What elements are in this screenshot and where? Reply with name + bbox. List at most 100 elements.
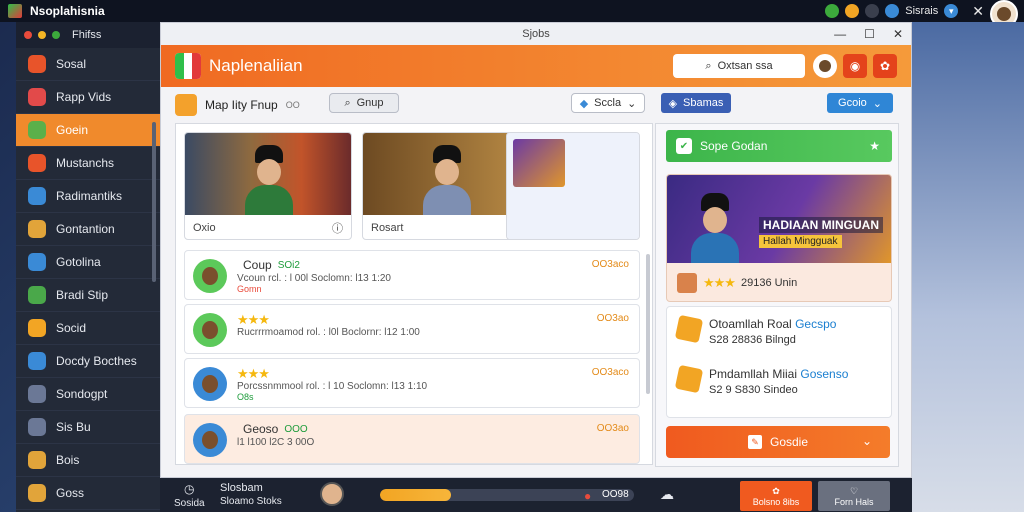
card-thumbnail bbox=[363, 133, 529, 215]
tab-label: Gcoio bbox=[838, 97, 867, 109]
monitor-icon bbox=[28, 418, 46, 436]
list-item[interactable]: Coup SOi2 Vcoun rcl. : l 00l Soclomn: l13 … bbox=[184, 250, 640, 300]
dock-item[interactable]: Bois bbox=[16, 444, 160, 477]
dock-item-label: Radimantiks bbox=[56, 189, 123, 203]
taskbar-secondary-label: Forn Hals bbox=[834, 496, 874, 507]
row-tag: OOO bbox=[284, 423, 308, 435]
minimize-icon[interactable]: — bbox=[834, 27, 846, 41]
info-icon[interactable]: ⓘ bbox=[332, 220, 343, 236]
dock-item[interactable]: Rapp Vids bbox=[16, 81, 160, 114]
action-button[interactable]: ✎ Gosdie ⌄ bbox=[666, 426, 890, 458]
card-thumbnail bbox=[185, 133, 351, 215]
dock-item-label: Socid bbox=[56, 321, 87, 335]
close-dot-icon[interactable] bbox=[24, 31, 32, 39]
brand-name: Naplenaliian bbox=[209, 56, 303, 75]
tab-sbamas[interactable]: ◈ Sbamas bbox=[661, 93, 731, 113]
user-icon[interactable] bbox=[885, 4, 900, 18]
dock-item[interactable]: Gotolina bbox=[16, 246, 160, 279]
promo-footer-text: 29136 Unin bbox=[740, 277, 798, 289]
minimize-dot-icon[interactable] bbox=[38, 31, 46, 39]
dock-item[interactable]: Mustanchs bbox=[16, 147, 160, 180]
close-icon[interactable]: ✕ bbox=[972, 3, 984, 20]
taskbar-item[interactable]: Slosbam Sloamo Stoks bbox=[220, 482, 282, 507]
promo-card[interactable]: HADIAAN MINGUAN Hallah Mingguak ★★★ 2913… bbox=[666, 174, 892, 302]
dock-item[interactable]: Radimantiks bbox=[16, 180, 160, 213]
list-item[interactable]: ★★★ Porcssnmmool rol. : l 10 Soclomn: l13… bbox=[184, 358, 640, 408]
dock-item-label: Gotolina bbox=[56, 255, 101, 269]
header-search[interactable]: ⌕ Oxtsan ssa bbox=[673, 54, 805, 78]
notification-icon[interactable]: ☁ bbox=[660, 486, 674, 503]
card-caption: Rosart bbox=[371, 222, 404, 234]
tab-gcoio[interactable]: Gcoio ⌄ bbox=[827, 93, 893, 113]
progress-fill bbox=[380, 489, 452, 501]
coin-icon[interactable]: ◉ bbox=[843, 54, 867, 78]
dock-item[interactable]: Goein bbox=[16, 114, 160, 147]
row-value: OO3aco bbox=[591, 367, 629, 378]
check-icon: ✔ bbox=[676, 138, 692, 154]
star-icon bbox=[28, 319, 46, 337]
record-icon[interactable]: ● bbox=[584, 489, 591, 503]
list-item[interactable]: ★★★ Rucrrrmoamod rol. : l0l Boclornr: l12… bbox=[184, 304, 640, 354]
dock-item[interactable]: Goss bbox=[16, 477, 160, 510]
gift-icon[interactable]: ✿ bbox=[873, 54, 897, 78]
dock-item-label: Mustanchs bbox=[56, 156, 115, 170]
taskbar-secondary-button[interactable]: ♡ Forn Hals bbox=[818, 481, 890, 511]
avatar bbox=[193, 259, 227, 293]
reward-item[interactable]: Pmdamllah Miiai Gosenso S2 9 S830 Sindeo bbox=[674, 364, 848, 396]
promo-stars: ★★★ bbox=[703, 275, 736, 290]
rating-stars: ★★★ bbox=[237, 312, 270, 327]
dock-item[interactable]: Sis Bu bbox=[16, 411, 160, 444]
map-icon bbox=[175, 94, 197, 116]
coin-icon[interactable] bbox=[845, 4, 860, 18]
reward-link[interactable]: Gecspo bbox=[795, 317, 836, 331]
media-card[interactable] bbox=[506, 132, 640, 240]
maximize-icon[interactable]: ☐ bbox=[864, 27, 875, 41]
dock-item[interactable]: Docdy Bocthes bbox=[16, 345, 160, 378]
chevron-down-icon[interactable]: ▾ bbox=[944, 4, 959, 18]
coin-icon bbox=[28, 484, 46, 502]
group-button[interactable]: ⌕ Gnup bbox=[329, 93, 399, 113]
reward-item[interactable]: Otoamllah Roal Gecspo S28 28836 Bilngd bbox=[674, 314, 836, 346]
progress-bar[interactable] bbox=[380, 489, 634, 501]
map-icon bbox=[28, 88, 46, 106]
camera-icon bbox=[28, 187, 46, 205]
action-button-label: Gosdie bbox=[769, 435, 809, 449]
dock-scrollbar[interactable] bbox=[152, 122, 156, 282]
reward-link[interactable]: Gosenso bbox=[800, 367, 848, 381]
dock-item[interactable]: Gontantion bbox=[16, 213, 160, 246]
row-value: OO3ao bbox=[596, 423, 629, 434]
status-green-icon[interactable] bbox=[825, 4, 840, 18]
filter-select[interactable]: ◆ Sccla ⌄ bbox=[571, 93, 645, 113]
book-icon bbox=[28, 55, 46, 73]
reward-subtitle: S2 9 S830 Sindeo bbox=[709, 384, 798, 396]
dock-title: Fhifss bbox=[72, 29, 102, 41]
dock-item-label: Bois bbox=[56, 453, 80, 467]
maximize-dot-icon[interactable] bbox=[52, 31, 60, 39]
media-card[interactable]: Rosart ⓘ bbox=[362, 132, 530, 240]
header-avatar[interactable] bbox=[813, 54, 837, 78]
system-bar: Nsoplahisnia Sisrais ▾ ✕ bbox=[0, 0, 1024, 28]
taskbar-action-button[interactable]: ✿ Bolsno 8ibs bbox=[740, 481, 812, 511]
list-item[interactable]: Geoso OOO l1 l100 l2C 3 00O OO3ao bbox=[184, 414, 640, 464]
right-pane: ✔ Sope Godan ★ HADIAAN MINGUAN Hallah Mi… bbox=[655, 123, 899, 467]
content-scrollbar[interactable] bbox=[646, 254, 650, 394]
dock-item[interactable]: Bradi Stip bbox=[16, 279, 160, 312]
media-card[interactable]: Oxio ⓘ bbox=[184, 132, 352, 240]
header-search-label: Oxtsan ssa bbox=[717, 60, 773, 72]
dock-item-label: Gontantion bbox=[56, 222, 115, 236]
row-value: OO3ao bbox=[596, 313, 629, 324]
dock-item[interactable]: Sosal bbox=[16, 48, 160, 81]
chevron-down-icon: ⌄ bbox=[872, 97, 882, 110]
close-icon[interactable]: ✕ bbox=[893, 27, 903, 41]
taskbar-avatar[interactable] bbox=[320, 482, 344, 506]
chevron-down-icon: ⌄ bbox=[861, 434, 872, 448]
dock-item[interactable]: Sondogpt bbox=[16, 378, 160, 411]
row-value: OO3aco bbox=[591, 259, 629, 270]
dock-item[interactable]: Socid bbox=[16, 312, 160, 345]
taskbar-item[interactable]: ◷ Sosida bbox=[174, 482, 205, 509]
filter-icon: ◆ bbox=[579, 97, 589, 110]
gift-icon[interactable] bbox=[865, 4, 880, 18]
green-banner[interactable]: ✔ Sope Godan ★ bbox=[666, 130, 892, 162]
reward-icon bbox=[674, 364, 704, 394]
row-meta: l1 l100 l2C 3 00O bbox=[237, 437, 315, 448]
